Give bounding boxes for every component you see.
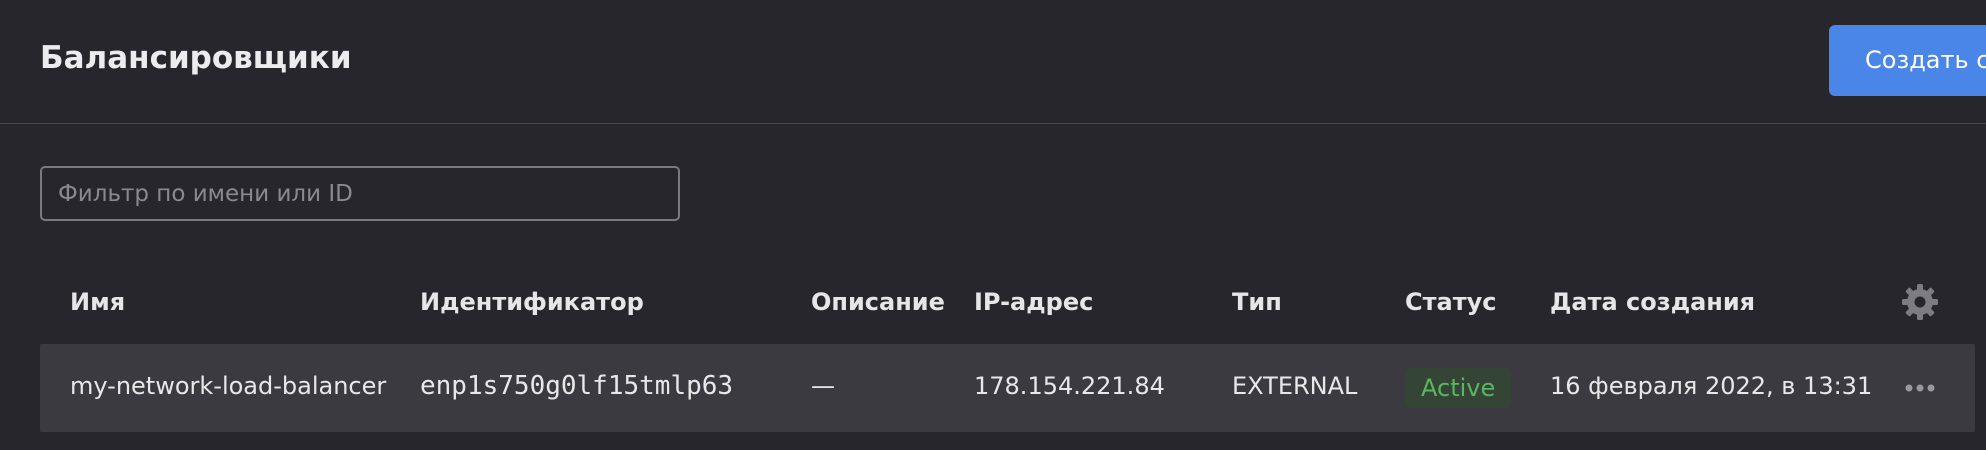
create-balancer-button[interactable]: Создать сетевой балансировщик: [1829, 25, 1986, 96]
cell-name[interactable]: my-network-load-balancer: [70, 372, 386, 400]
page: Балансировщики Создать сетевой балансиро…: [0, 0, 1986, 450]
status-badge: Active: [1405, 368, 1512, 408]
gear-icon[interactable]: [1900, 282, 1940, 322]
cell-description: —: [811, 372, 835, 400]
column-header-description: Описание: [811, 288, 945, 316]
table-header: Имя Идентификатор Описание IP-адрес Тип …: [40, 274, 1975, 334]
column-header-type: Тип: [1232, 288, 1282, 316]
cell-ip: 178.154.221.84: [974, 372, 1165, 400]
column-header-created: Дата создания: [1550, 288, 1756, 316]
column-header-ip: IP-адрес: [974, 288, 1094, 316]
cell-created: 16 февраля 2022, в 13:31: [1550, 372, 1873, 400]
page-title: Балансировщики: [40, 40, 352, 76]
column-header-name: Имя: [70, 288, 126, 316]
column-header-id: Идентификатор: [420, 288, 644, 316]
table-row[interactable]: my-network-load-balancer enp1s750g0lf15t…: [40, 344, 1975, 432]
filter-input[interactable]: [40, 166, 680, 221]
more-icon[interactable]: [1900, 370, 1940, 406]
page-header: Балансировщики Создать сетевой балансиро…: [0, 0, 1986, 124]
cell-id: enp1s750g0lf15tmlp63: [420, 371, 734, 401]
column-header-status: Статус: [1405, 288, 1497, 316]
cell-type: EXTERNAL: [1232, 372, 1358, 400]
